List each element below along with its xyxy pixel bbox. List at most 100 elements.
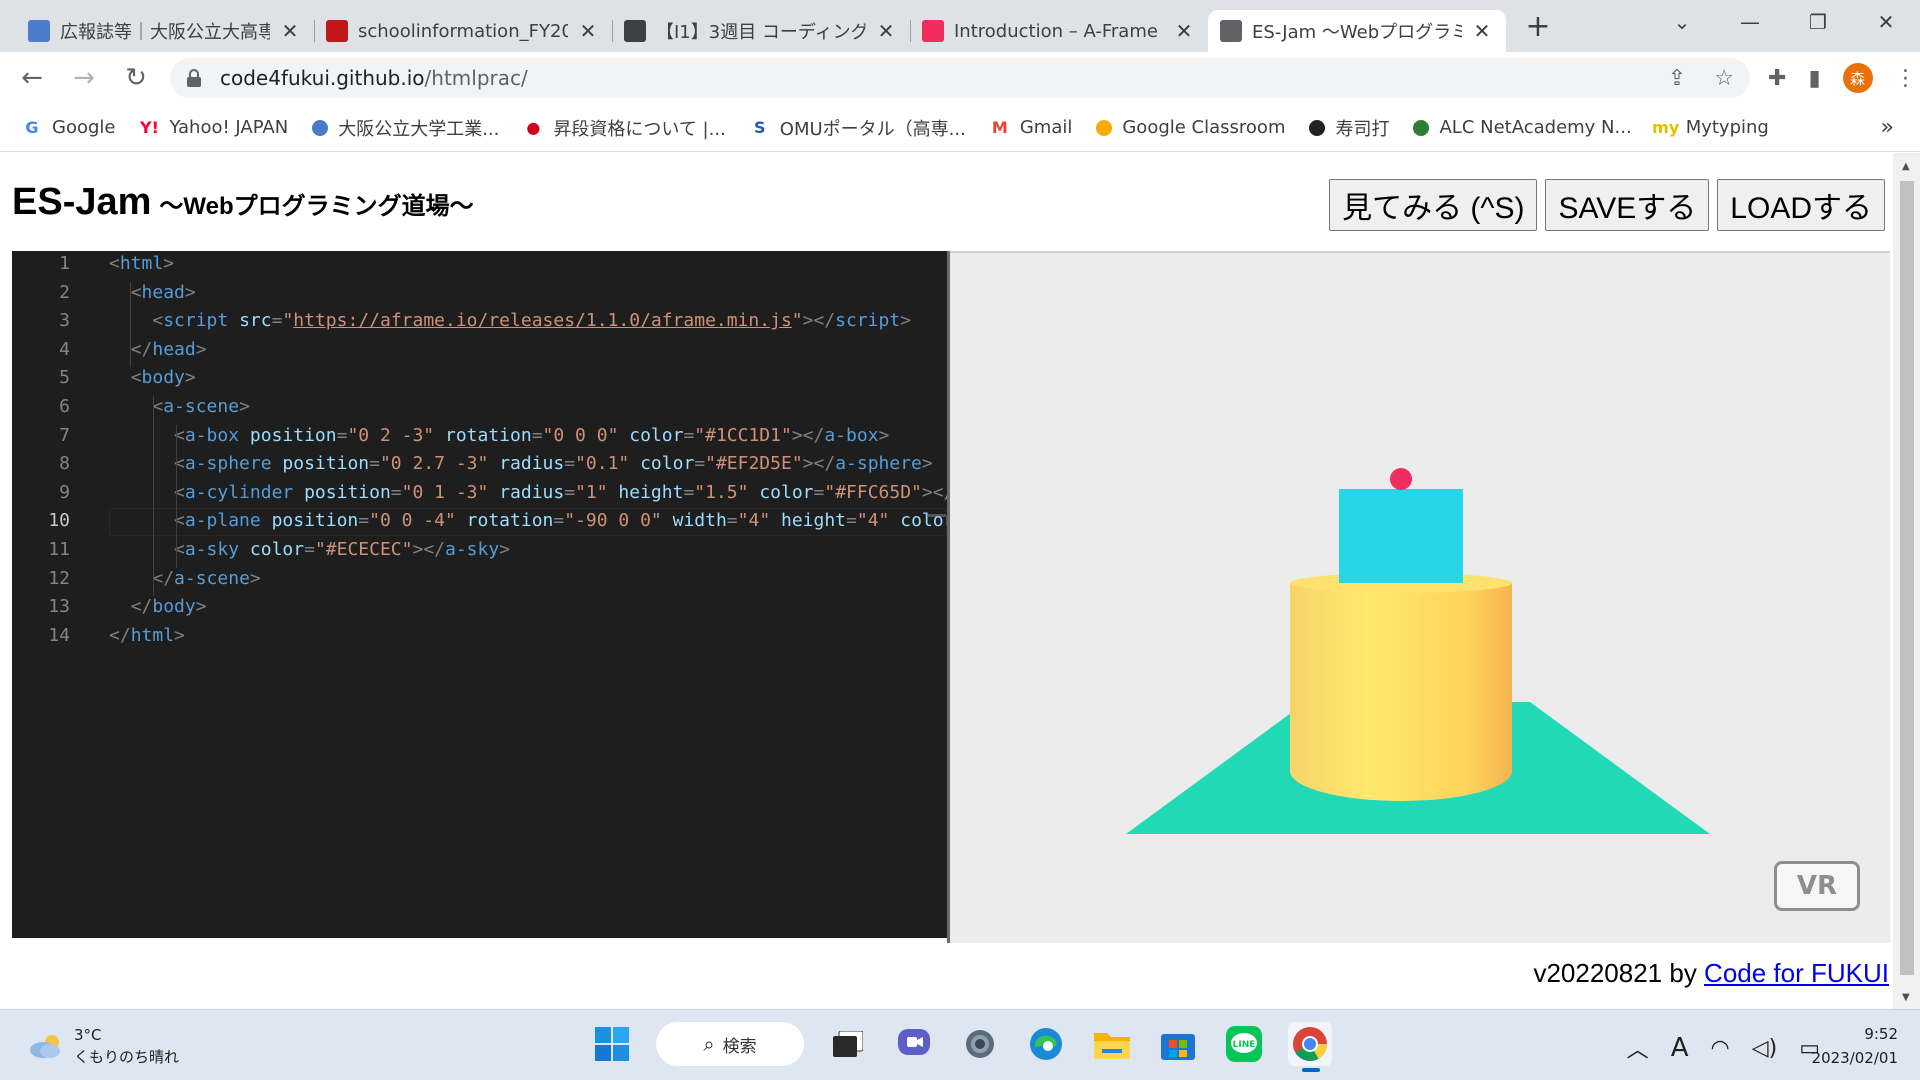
scroll-up-icon[interactable]: ▲ — [1902, 161, 1910, 172]
new-tab-button[interactable]: + — [1518, 6, 1558, 46]
tab-search-icon[interactable]: ⌄ — [1648, 0, 1716, 44]
page-scrollbar[interactable]: ▲ ▼ — [1893, 153, 1920, 1009]
browser-tab[interactable]: ES-Jam 〜Webプログラミング道場〜 ✕ — [1208, 10, 1506, 52]
code-token: height — [781, 510, 847, 532]
chrome-icon[interactable] — [1288, 1022, 1332, 1072]
share-icon[interactable]: ⇪ — [1668, 66, 1686, 91]
start-icon[interactable] — [590, 1022, 634, 1066]
code-token: = — [304, 539, 315, 560]
profile-avatar[interactable]: 森 — [1842, 63, 1873, 93]
minimize-icon[interactable]: — — [1716, 0, 1784, 44]
code-token: body — [141, 367, 185, 389]
browser-tab[interactable]: 広報誌等｜大阪公立大高専 ✕ — [16, 10, 314, 52]
code-token: ></ — [921, 481, 947, 503]
clock[interactable]: 9:52 2023/02/01 — [1812, 1022, 1898, 1070]
bookmark-item[interactable]: S OMUポータル（高専... — [750, 115, 966, 141]
code-token: </ — [130, 338, 153, 360]
tab-close-icon[interactable]: ✕ — [876, 19, 896, 43]
ime-indicator[interactable]: A — [1671, 1033, 1689, 1063]
bookmark-item[interactable]: ● 昇段資格について |... — [523, 115, 725, 141]
volume-icon[interactable]: ◁) — [1752, 1036, 1778, 1061]
code-token: ></ — [412, 539, 445, 560]
edge-icon[interactable] — [1024, 1022, 1068, 1066]
aframe-preview[interactable]: VR — [950, 251, 1890, 943]
code-token: "0 1 -3" — [401, 481, 489, 503]
code-for-fukui-link[interactable]: Code for FUKUI — [1704, 958, 1889, 988]
code-token: = — [390, 481, 402, 503]
browser-tab[interactable]: 【I1】3週目 コーディング体験② ✕ — [612, 10, 910, 52]
bookmark-item[interactable]: 寿司打 — [1309, 115, 1389, 141]
code-token: = — [813, 481, 825, 503]
code-token: a-scene — [163, 396, 240, 417]
restore-icon[interactable]: ❐ — [1784, 0, 1852, 44]
weather-widget[interactable]: 3°C くもりのち晴れ — [28, 1024, 179, 1068]
taskbar-search-label: 検索 — [722, 1036, 757, 1057]
bookmark-item[interactable]: Google Classroom — [1096, 117, 1285, 138]
tab-close-icon[interactable]: ✕ — [280, 19, 300, 43]
tab-strip: 広報誌等｜大阪公立大高専✕schoolinformation_FY2023✕【I… — [0, 0, 1920, 52]
code-token: position — [304, 481, 391, 503]
side-panel-icon[interactable]: ▮ — [1808, 66, 1820, 91]
line-icon[interactable]: LINE — [1222, 1022, 1266, 1066]
tab-close-icon[interactable]: ✕ — [578, 19, 598, 43]
tab-title: 【I1】3週目 コーディング体験② — [656, 22, 866, 43]
save-button[interactable]: SAVEする — [1545, 179, 1710, 231]
bookmark-item[interactable]: M Gmail — [990, 117, 1072, 138]
action-buttons: 見てみる (^S) SAVEする LOADする — [1329, 179, 1885, 231]
bookmark-item[interactable]: 大阪公立大学工業... — [312, 115, 499, 141]
code-token: radius — [499, 481, 565, 503]
task-view-icon[interactable] — [826, 1022, 870, 1066]
code-token: position — [282, 453, 370, 475]
line-number: 4 — [59, 338, 70, 360]
line-number: 3 — [59, 310, 70, 332]
browser-toolbar: ← → ↻ code4fukui.github.io/htmlprac/ ⇪ ☆… — [0, 52, 1920, 104]
taskbar-search[interactable]: ⌕ 検索 — [656, 1022, 804, 1066]
scrollbar-thumb[interactable] — [1900, 181, 1914, 975]
file-explorer-icon[interactable] — [1090, 1022, 1134, 1066]
close-window-icon[interactable]: ✕ — [1852, 0, 1920, 44]
tab-close-icon[interactable]: ✕ — [1174, 19, 1194, 43]
reload-icon[interactable]: ↻ — [116, 58, 156, 98]
tray-overflow-icon[interactable]: ︿ — [1627, 1032, 1649, 1064]
taskbar-apps: ⌕ 検索 LINE — [590, 1022, 1332, 1072]
code-token: "#EF2D5E" — [705, 453, 803, 475]
forward-icon[interactable]: → — [64, 58, 104, 98]
back-icon[interactable]: ← — [12, 58, 52, 98]
scroll-down-icon[interactable]: ▼ — [1902, 992, 1910, 1003]
chat-icon[interactable] — [892, 1022, 936, 1066]
bookmark-item[interactable]: my Mytyping — [1652, 117, 1769, 138]
code-token: > — [163, 253, 175, 274]
vr-mode-button[interactable]: VR — [1774, 861, 1860, 911]
code-line: </body> — [109, 596, 207, 617]
store-icon[interactable] — [1156, 1022, 1200, 1066]
code-line: <head> — [109, 282, 196, 303]
menu-icon[interactable]: ⋮ — [1895, 66, 1917, 91]
code-token: head — [152, 338, 196, 360]
address-bar[interactable]: code4fukui.github.io/htmlprac/ ⇪ ☆ — [170, 58, 1750, 98]
bookmark-item[interactable]: G Google — [22, 117, 115, 138]
code-line: <a-sky color="#ECECEC"></a-sky> — [109, 539, 510, 560]
code-editor[interactable]: 1 2 3 4 5 6 7 8 9 10 11 12 13 14 <html> <head> <scrip… — [12, 251, 947, 938]
code-token: color — [759, 481, 814, 503]
wifi-icon[interactable]: ◠ — [1710, 1036, 1729, 1061]
scene-sphere — [1390, 468, 1412, 490]
load-button[interactable]: LOADする — [1717, 179, 1885, 231]
bookmarks-overflow-icon[interactable]: » — [1881, 115, 1894, 140]
bookmark-item[interactable]: Y! Yahoo! JAPAN — [139, 117, 288, 138]
preview-button[interactable]: 見てみる (^S) — [1329, 179, 1538, 231]
bookmark-list: G Google Y! Yahoo! JAPAN 大阪公立大学工業... ● 昇段資格につい… — [22, 115, 1793, 141]
code-token: ></ — [791, 424, 825, 446]
aframe-favicon-icon — [922, 20, 944, 42]
bookmark-item[interactable]: ALC NetAcademy N... — [1413, 117, 1632, 138]
tab-close-icon[interactable]: ✕ — [1472, 19, 1492, 43]
settings-gear-icon[interactable] — [958, 1022, 1002, 1066]
browser-tab[interactable]: Introduction – A-Frame ✕ — [910, 10, 1208, 52]
code-token: a-sphere — [184, 453, 272, 475]
extensions-icon[interactable]: ✚ — [1768, 66, 1786, 91]
browser-tab[interactable]: schoolinformation_FY2023 ✕ — [314, 10, 612, 52]
bookmark-star-icon[interactable]: ☆ — [1714, 66, 1734, 91]
